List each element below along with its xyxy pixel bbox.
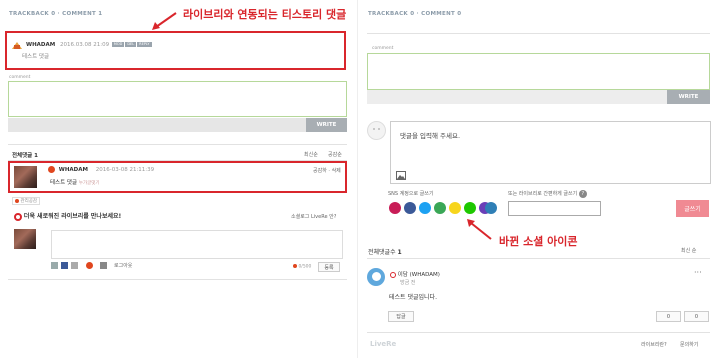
divider-bottom: [8, 279, 347, 280]
total-comments-label: 전체댓글 1: [12, 153, 38, 159]
social-icon-8[interactable]: [485, 202, 497, 214]
login-label[interactable]: 로그아웃: [114, 262, 132, 269]
right-total-count: 1: [397, 249, 402, 256]
right-comment-body: 테스트 댓글입니다.: [389, 294, 437, 301]
livere-comment-actions[interactable]: 공감하 · 삭제: [313, 167, 341, 174]
livere-comment-author: WHADAM: [58, 167, 88, 173]
comment-input-placeholder: 댓글을 입력해 주세요.: [400, 132, 461, 140]
post-button[interactable]: 글쓰기: [676, 200, 709, 217]
social-icon-5[interactable]: [449, 202, 461, 214]
social-icon-4[interactable]: [434, 202, 446, 214]
right-trackback-comment-count[interactable]: TRACKBACK 0 · COMMENT 0: [368, 11, 461, 17]
livere-sns-bar: 로그아웃: [51, 262, 132, 269]
tistory-comment-author: WHADAM: [26, 42, 56, 48]
commenter-name: 이담 (WHADAM): [397, 272, 440, 278]
sort-popular[interactable]: 공감순: [328, 151, 342, 158]
comment-label: comment: [9, 75, 31, 80]
sns-icon-2[interactable]: [61, 262, 68, 269]
livere-promo-icon: [14, 212, 22, 221]
right-divider-bottom: [367, 332, 710, 333]
tistory-logo-icon: [12, 42, 22, 49]
annotation-social: 바뀐 소셜 아이콘: [499, 235, 578, 248]
footer-link-contact[interactable]: 문의하기: [680, 341, 698, 348]
like-button[interactable]: 0: [656, 311, 681, 322]
reply-label: 답글: [396, 314, 406, 320]
right-divider-top: [367, 33, 710, 34]
social-icon-2[interactable]: [404, 202, 416, 214]
trackback-comment-count[interactable]: TRACKBACK 0 · COMMENT 1: [9, 11, 102, 17]
tistory-modify-tag[interactable]: MOD: [111, 42, 125, 47]
livere-footer-logo[interactable]: LiveRe: [370, 340, 396, 348]
livere-id-input[interactable]: [508, 201, 601, 216]
commenter-avatar: [367, 268, 385, 286]
divider-top: [8, 144, 347, 145]
image-icon[interactable]: [396, 171, 406, 180]
sort-latest[interactable]: 최신순: [304, 151, 318, 158]
char-count: 0/500: [298, 264, 312, 270]
annotation-arrow-icon: [152, 12, 177, 30]
livere-sns-icon: [48, 166, 55, 173]
promo-right[interactable]: 소셜로그 LiveRe 안?: [291, 213, 336, 220]
livere-comment-date: 2016-03-08 21:11:39: [95, 167, 155, 173]
guide-badge[interactable]: 관리공감: [12, 197, 40, 205]
comment-input[interactable]: 댓글을 입력해 주세요.: [390, 121, 711, 184]
user-avatar: [14, 229, 36, 249]
more-icon[interactable]: ···: [694, 268, 702, 277]
right-total-label: 전체댓글수: [368, 249, 396, 256]
social-icon-1[interactable]: [389, 202, 401, 214]
sns-login-label: SNS 계정으로 글쓰기: [388, 191, 434, 197]
guide-badge-icon: [15, 198, 19, 203]
right-comment-label: comment: [372, 46, 394, 51]
char-count-icon: [293, 264, 297, 268]
livere-login-label: 또는 라이브리로 간편하게 글쓰기: [508, 191, 578, 197]
guide-badge-label: 관리공감: [20, 199, 37, 204]
dislike-count: 0: [694, 313, 699, 320]
guest-avatar: [367, 121, 386, 140]
annotation-tistory: 라이브리와 연동되는 티스토리 댓글: [183, 8, 347, 21]
tistory-delete-tag[interactable]: DEL: [125, 42, 137, 47]
write-bar: [8, 118, 306, 132]
annotation-arrow-right-icon: [467, 219, 492, 240]
social-icon-6[interactable]: [464, 202, 476, 214]
livere-comment-avatar: [14, 166, 37, 188]
promo-text: 더욱 새로워진 라이브리를 만나보세요!: [23, 213, 122, 220]
tistory-reply-tag[interactable]: REPLY: [137, 42, 152, 47]
submit-button[interactable]: 등록: [318, 262, 340, 272]
livere-sns-badge-icon: [390, 271, 396, 278]
right-divider-mid: [367, 258, 710, 259]
livere-comment-body: 테스트 댓글: [50, 180, 78, 186]
right-write-bar: [367, 90, 667, 104]
right-write-button[interactable]: WRITE: [667, 90, 710, 104]
tistory-comment: WHADAM 2016.03.08 21:09 MOD DEL REPLY 테스트 …: [11, 41, 336, 66]
like-count: 0: [666, 313, 671, 320]
right-comment-textarea[interactable]: [367, 53, 710, 90]
footer-link-about[interactable]: 라이브리란?: [641, 341, 667, 348]
sns-icon-3[interactable]: [71, 262, 78, 269]
right-sort[interactable]: 최신 순: [681, 247, 696, 254]
sns-icon-1[interactable]: [51, 262, 58, 269]
sns-icon-5[interactable]: [100, 262, 107, 269]
livere-comment-suffix: 누가글댓기: [78, 181, 100, 186]
tistory-comment-body: 테스트 댓글: [22, 54, 50, 60]
panel-divider: [357, 0, 358, 358]
dislike-button[interactable]: 0: [684, 311, 709, 322]
help-icon[interactable]: ?: [578, 190, 587, 198]
social-icon-3[interactable]: [419, 202, 431, 214]
tistory-comment-date: 2016.03.08 21:09: [59, 42, 110, 48]
livere-input[interactable]: [51, 230, 343, 259]
write-button[interactable]: WRITE: [306, 118, 347, 132]
comment-time: 방금 전: [400, 280, 416, 286]
reply-button[interactable]: 답글: [388, 311, 414, 322]
sns-icon-4[interactable]: [86, 262, 93, 269]
comment-textarea[interactable]: [8, 81, 347, 117]
